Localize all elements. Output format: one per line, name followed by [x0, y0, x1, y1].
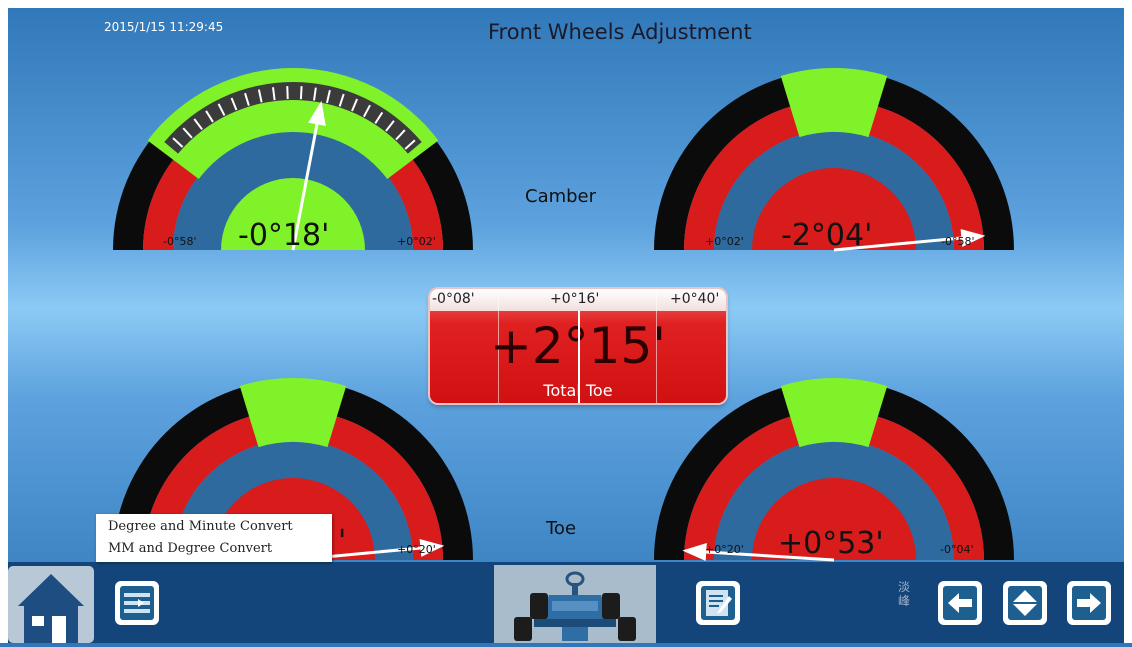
camber-left-value: -0°18' [238, 218, 329, 253]
vehicle-icon [494, 565, 656, 643]
total-toe-label: Total Toe [430, 381, 726, 400]
back-button[interactable] [938, 581, 982, 625]
home-icon [8, 566, 94, 643]
report-button[interactable] [696, 581, 740, 625]
camber-label: Camber [525, 186, 596, 207]
camber-left-min: -0°58' [163, 235, 197, 248]
toe-left-value: ' [338, 524, 346, 559]
convert-icon [120, 586, 154, 620]
total-toe-scale-max: +0°40' [670, 291, 719, 307]
camber-right-max: -0°58' [941, 235, 975, 248]
datetime: 2015/1/15 11:29:45 [104, 20, 223, 34]
forward-button[interactable] [1067, 581, 1111, 625]
camber-right-value: -2°04' [781, 218, 872, 253]
toe-right-max: -0°04' [940, 543, 974, 556]
camber-right-tolerance-band [781, 68, 887, 137]
total-toe-scale-min: -0°08' [432, 291, 475, 307]
total-toe-panel: -0°08' +0°16' +0°40' +2°15' Total Toe [430, 289, 726, 403]
camber-left-max: +0°02' [397, 235, 436, 248]
vehicle-view-button[interactable] [494, 565, 656, 643]
menu-item-mm-degree[interactable]: MM and Degree Convert [108, 541, 272, 556]
report-icon [701, 586, 735, 620]
total-toe-scale-center: +0°16' [550, 291, 599, 307]
page-title: Front Wheels Adjustment [488, 20, 752, 44]
back-arrow-icon [943, 586, 977, 620]
level-button[interactable] [1003, 581, 1047, 625]
camber-left-tick [301, 86, 302, 99]
convert-button[interactable] [115, 581, 159, 625]
camber-right-min: +0°02' [705, 235, 744, 248]
toe-left-max: +0°20' [397, 543, 436, 556]
toe-right-tolerance-band [781, 378, 887, 447]
toe-left-tolerance-band [240, 378, 346, 447]
toe-right-min: +0°20' [705, 543, 744, 556]
mode-glyph: 淡 峰 [898, 580, 910, 608]
toe-right-value: +0°53' [778, 526, 884, 561]
forward-arrow-icon [1072, 586, 1106, 620]
convert-menu: Degree and Minute Convert MM and Degree … [96, 514, 332, 562]
toe-label: Toe [546, 518, 576, 539]
menu-item-degree-minute[interactable]: Degree and Minute Convert [108, 519, 293, 534]
level-icon [1008, 586, 1042, 620]
home-button[interactable] [8, 566, 94, 643]
